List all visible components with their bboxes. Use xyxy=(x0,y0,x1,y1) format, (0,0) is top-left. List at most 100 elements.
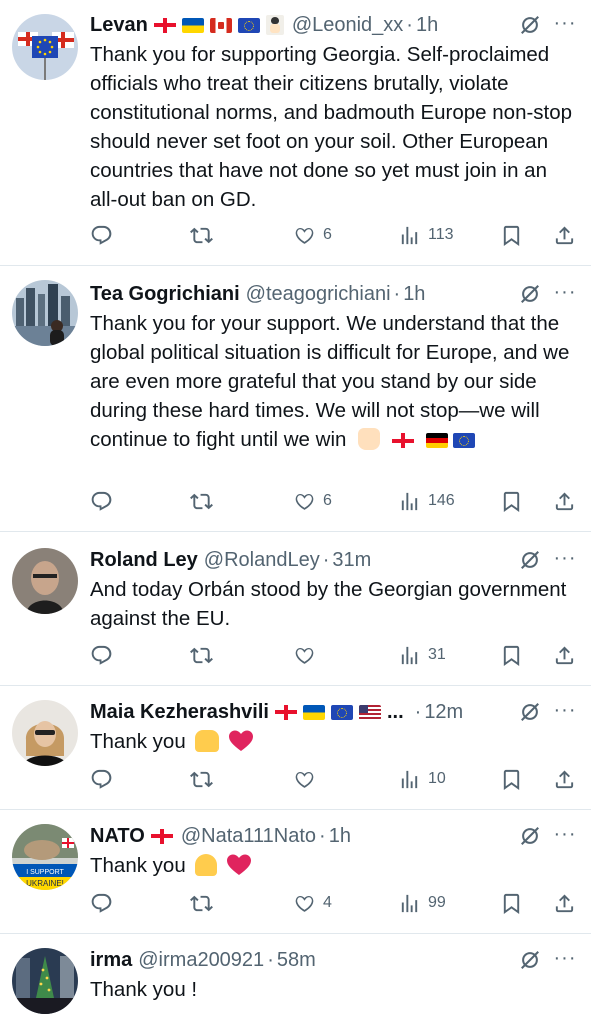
share-button[interactable] xyxy=(553,486,576,516)
display-name[interactable]: Tea Gogrichiani xyxy=(90,279,240,309)
reply-button[interactable] xyxy=(90,486,113,516)
views-button[interactable]: 31 xyxy=(398,640,446,670)
view-count: 31 xyxy=(428,646,446,663)
avatar[interactable]: I SUPPORT UKRAINE! xyxy=(12,824,78,890)
more-options-icon[interactable]: ··· xyxy=(551,948,579,973)
bookmark-button[interactable] xyxy=(500,764,523,794)
tweet-text: Thank you xyxy=(90,854,186,877)
bookmark-button[interactable] xyxy=(500,888,523,918)
handle[interactable]: @Nata111Nato xyxy=(181,821,316,851)
avatar-image xyxy=(12,700,78,766)
grok-icon[interactable] xyxy=(519,701,541,723)
bookmark-button[interactable] xyxy=(500,220,523,250)
display-name[interactable]: Maia Kezherashvili xyxy=(90,697,269,727)
share-button[interactable] xyxy=(553,220,576,250)
retweet-button[interactable] xyxy=(190,640,213,670)
germany-flag-icon xyxy=(425,433,448,449)
like-button[interactable]: 6 xyxy=(293,220,332,250)
reply-icon xyxy=(90,768,113,791)
avatar-image xyxy=(12,280,78,346)
share-button[interactable] xyxy=(553,764,576,794)
heart-icon xyxy=(293,768,316,791)
views-button[interactable]: 113 xyxy=(398,220,454,250)
tweet-text: Thank you for your support. We understan… xyxy=(90,312,570,451)
analytics-icon xyxy=(398,224,421,247)
tweet-irma[interactable]: irma @irma200921 · 58m ··· Thank you ! xyxy=(0,934,591,1027)
more-options-icon[interactable]: ··· xyxy=(551,824,579,849)
handle[interactable]: @Leonid_xx xyxy=(292,10,403,40)
georgia-flag-icon xyxy=(274,704,297,720)
tweet-tea-gogrichiani[interactable]: Tea Gogrichiani @teagogrichiani · 1h ··· T… xyxy=(0,266,591,532)
grok-icon[interactable] xyxy=(519,549,541,571)
bookmark-icon xyxy=(500,892,523,915)
like-button[interactable] xyxy=(293,640,323,670)
grok-icon[interactable] xyxy=(519,949,541,971)
retweet-icon xyxy=(190,892,213,915)
avatar-banner-line2: UKRAINE! xyxy=(26,879,64,888)
timestamp[interactable]: 1h xyxy=(416,10,438,40)
tweet-header: Roland Ley @RolandLey · 31m xyxy=(90,545,495,575)
red-heart-icon xyxy=(229,730,254,760)
share-button[interactable] xyxy=(553,640,576,670)
handle[interactable]: @teagogrichiani xyxy=(246,279,391,309)
avatar-image xyxy=(12,14,78,80)
bookmark-button[interactable] xyxy=(500,640,523,670)
analytics-icon xyxy=(398,768,421,791)
eu-flag-icon xyxy=(453,433,476,449)
more-options-icon[interactable]: ··· xyxy=(551,548,579,573)
share-icon xyxy=(553,224,576,247)
display-name[interactable]: Roland Ley xyxy=(90,545,198,575)
grok-icon[interactable] xyxy=(519,14,541,36)
reply-button[interactable] xyxy=(90,640,113,670)
view-count: 113 xyxy=(428,226,454,243)
grok-icon[interactable] xyxy=(519,825,541,847)
timestamp[interactable]: 1h xyxy=(329,821,351,851)
reply-button[interactable] xyxy=(90,888,113,918)
reply-button[interactable] xyxy=(90,220,113,250)
flags-overflow: ... xyxy=(386,701,404,723)
display-name[interactable]: NATO xyxy=(90,821,145,851)
timestamp[interactable]: 31m xyxy=(332,545,371,575)
views-button[interactable]: 99 xyxy=(398,888,446,918)
avatar[interactable] xyxy=(12,948,78,1014)
views-button[interactable]: 146 xyxy=(398,486,455,516)
share-button[interactable] xyxy=(553,888,576,918)
reply-button[interactable] xyxy=(90,764,113,794)
like-button[interactable] xyxy=(293,764,323,794)
views-button[interactable]: 10 xyxy=(398,764,446,794)
retweet-button[interactable] xyxy=(190,486,213,516)
retweet-button[interactable] xyxy=(190,220,213,250)
tweet-levan[interactable]: Levan @Leonid_xx · 1h ··· Thank you for su… xyxy=(0,0,591,266)
more-options-icon[interactable]: ··· xyxy=(551,282,579,307)
retweet-button[interactable] xyxy=(190,764,213,794)
tweet-header: Levan @Leonid_xx · 1h xyxy=(90,10,495,40)
bookmark-button[interactable] xyxy=(500,486,523,516)
more-options-icon[interactable]: ··· xyxy=(551,13,579,38)
avatar[interactable] xyxy=(12,280,78,346)
tweet-actions: 31 xyxy=(90,640,577,670)
avatar[interactable] xyxy=(12,548,78,614)
tweet-nato[interactable]: I SUPPORT UKRAINE! NATO @Nata111Nato · 1h … xyxy=(0,810,591,934)
more-options-icon[interactable]: ··· xyxy=(551,700,579,725)
timestamp[interactable]: 1h xyxy=(403,279,425,309)
avatar[interactable] xyxy=(12,700,78,766)
tweet-roland-ley[interactable]: Roland Ley @RolandLey · 31m ··· And today … xyxy=(0,532,591,686)
avatar[interactable] xyxy=(12,14,78,80)
timestamp[interactable]: 58m xyxy=(277,945,316,975)
handle[interactable]: @irma200921 xyxy=(138,945,264,975)
ukraine-flag-icon xyxy=(302,704,325,720)
display-name[interactable]: Levan xyxy=(90,10,148,40)
handle[interactable]: @RolandLey xyxy=(204,545,320,575)
like-button[interactable]: 6 xyxy=(293,486,332,516)
timestamp[interactable]: 12m xyxy=(424,697,463,727)
tweet-actions: 10 xyxy=(90,764,577,794)
raising-hands-emoji-icon xyxy=(195,730,220,752)
heart-icon xyxy=(293,644,316,667)
display-name[interactable]: irma xyxy=(90,945,132,975)
like-button[interactable]: 4 xyxy=(293,888,332,918)
retweet-button[interactable] xyxy=(190,888,213,918)
grok-icon[interactable] xyxy=(519,283,541,305)
tweet-actions: 4 99 xyxy=(90,888,577,918)
analytics-icon xyxy=(398,490,421,513)
tweet-maia-kezherashvili[interactable]: Maia Kezherashvili ... · 12m ··· Thank yo… xyxy=(0,686,591,810)
